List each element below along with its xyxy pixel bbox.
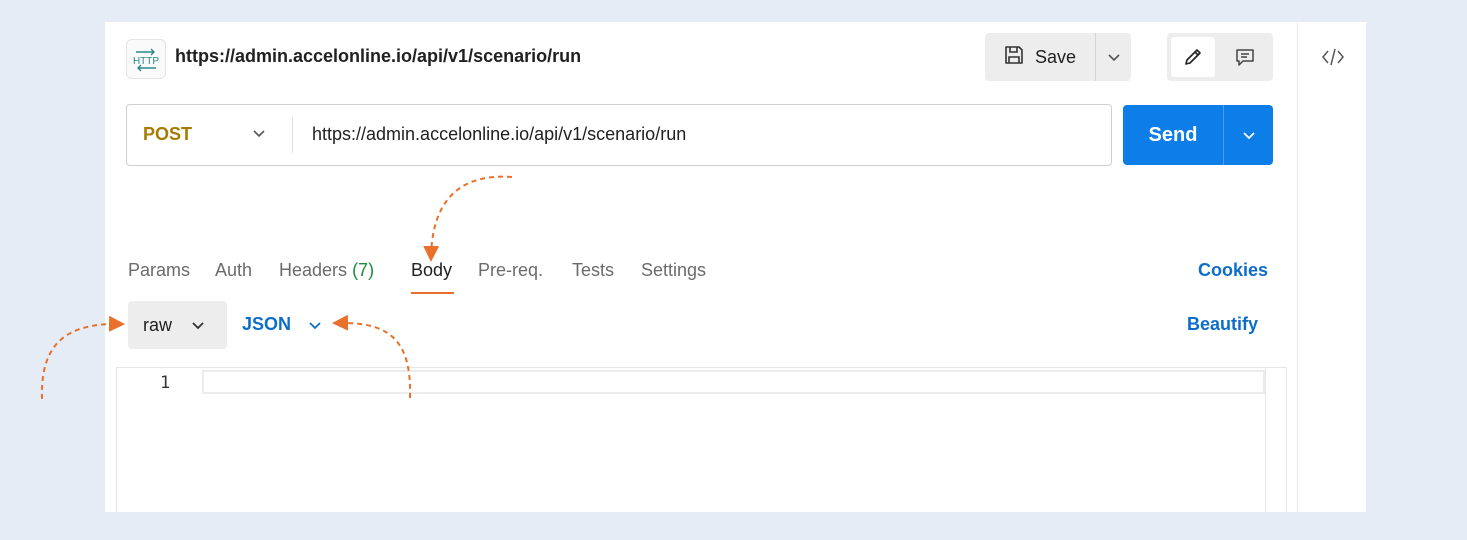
save-button-group: Save: [985, 33, 1131, 81]
right-sidebar: [1297, 22, 1366, 512]
body-mode-select[interactable]: raw: [128, 301, 227, 349]
url-input[interactable]: https://admin.accelonline.io/api/v1/scen…: [312, 124, 686, 145]
beautify-button[interactable]: Beautify: [1187, 314, 1258, 335]
body-mode-label: raw: [143, 314, 173, 335]
code-icon[interactable]: [1320, 44, 1346, 70]
view-mode-toggle: [1167, 33, 1273, 81]
chevron-down-icon: [192, 322, 204, 330]
body-editor[interactable]: 1: [116, 367, 1287, 512]
save-label: Save: [1035, 46, 1077, 67]
active-tab-indicator: [411, 292, 454, 294]
tab-headers[interactable]: Headers (7): [279, 260, 374, 281]
chevron-down-icon: [1242, 132, 1255, 140]
active-line[interactable]: [202, 370, 1265, 394]
cookies-link[interactable]: Cookies: [1198, 260, 1268, 281]
divider: [292, 117, 293, 153]
tab-tests[interactable]: Tests: [572, 260, 614, 281]
tab-pre-request[interactable]: Pre-req.: [478, 260, 543, 281]
chevron-down-icon: [1107, 54, 1120, 62]
tab-headers-label: Headers: [279, 260, 348, 280]
send-options-button[interactable]: [1224, 105, 1273, 165]
body-format-label: JSON: [242, 314, 292, 334]
send-button[interactable]: Send: [1123, 105, 1223, 165]
svg-text:HTTP: HTTP: [133, 56, 159, 67]
line-number: 1: [160, 373, 171, 393]
headers-count-badge: (7): [352, 260, 375, 280]
method-select[interactable]: POST: [143, 124, 192, 145]
tab-settings[interactable]: Settings: [641, 260, 706, 281]
request-title: https://admin.accelonline.io/api/v1/scen…: [175, 46, 582, 66]
tab-auth[interactable]: Auth: [215, 260, 252, 281]
save-options-button[interactable]: [1096, 33, 1131, 81]
url-bar: POST https://admin.accelonline.io/api/v1…: [126, 104, 1112, 166]
comment-icon: [1236, 49, 1254, 66]
tab-body[interactable]: Body: [411, 260, 452, 281]
edit-mode-button[interactable]: [1171, 37, 1215, 77]
tab-params[interactable]: Params: [128, 260, 190, 281]
request-panel: HTTP https://admin.accelonline.io/api/v1…: [105, 22, 1365, 512]
editor-scrollbar[interactable]: [1265, 368, 1266, 512]
save-icon: [1003, 44, 1025, 71]
chevron-down-icon: [309, 321, 321, 329]
http-icon: HTTP: [126, 39, 166, 79]
comments-button[interactable]: [1223, 37, 1267, 77]
chevron-down-icon[interactable]: [251, 125, 267, 146]
body-format-select[interactable]: JSON: [242, 314, 323, 335]
send-button-group: Send: [1123, 105, 1273, 165]
save-button[interactable]: Save: [985, 33, 1095, 81]
pencil-icon: [1185, 49, 1201, 65]
